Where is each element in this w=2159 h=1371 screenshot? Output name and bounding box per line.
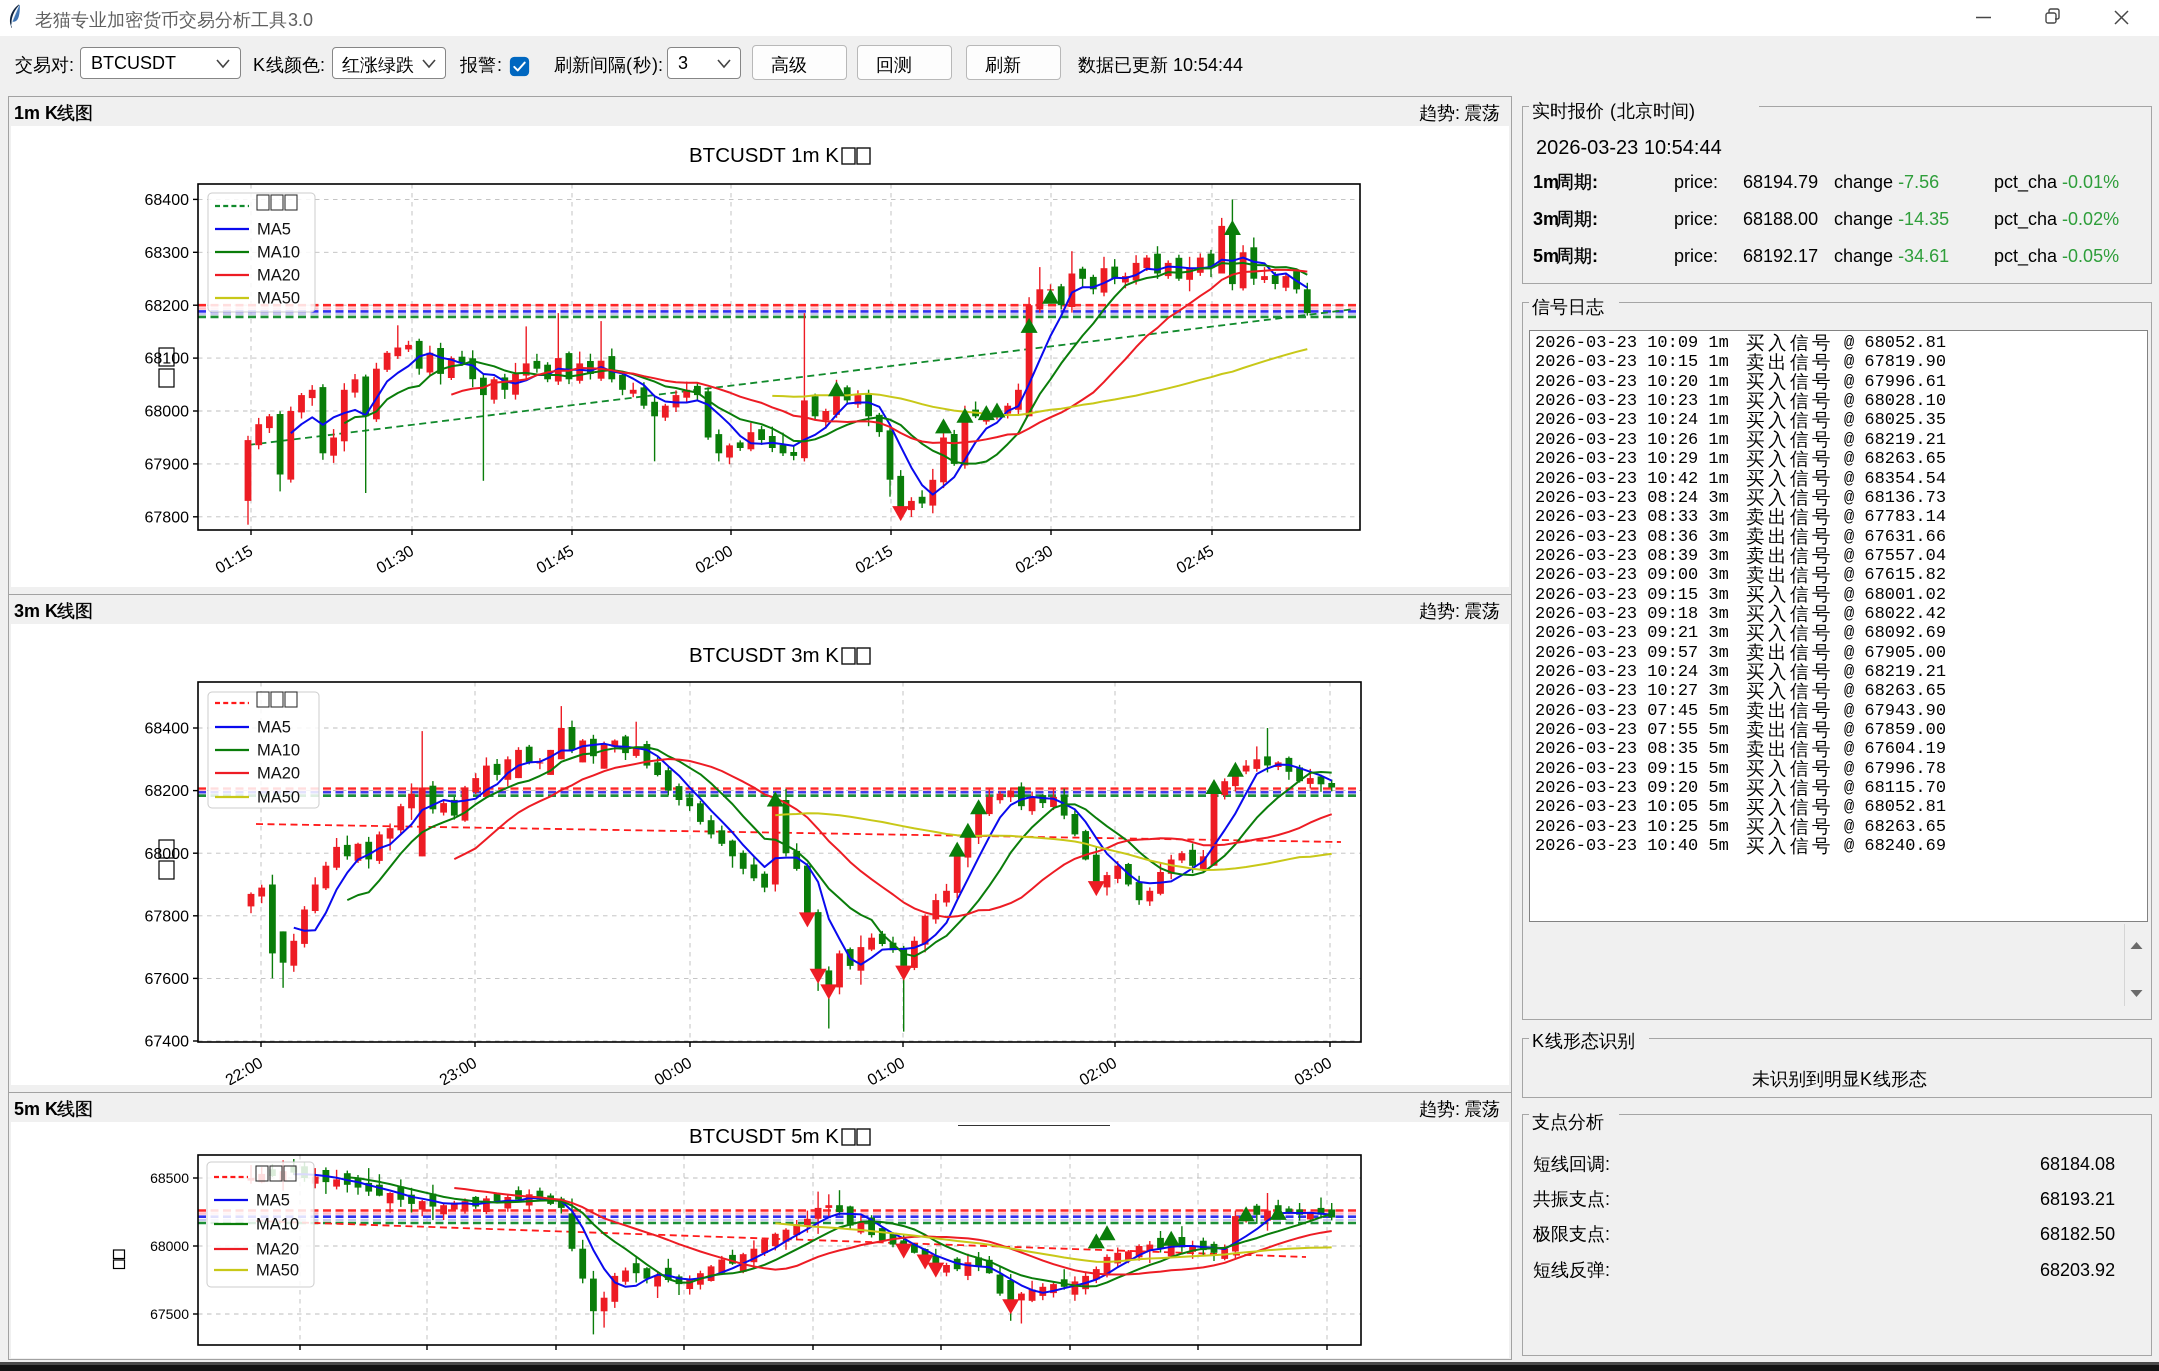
svg-text::: :: [1592, 246, 1598, 266]
svg-text::: :: [320, 55, 325, 75]
svg-text:K: K: [253, 55, 265, 75]
svg-text:(: (: [626, 55, 632, 75]
svg-text::: :: [1455, 1099, 1460, 1119]
svg-text::: :: [497, 55, 502, 75]
svg-text::: :: [1605, 1154, 1610, 1174]
svg-text::: :: [1592, 172, 1598, 192]
svg-text::: :: [1605, 1260, 1610, 1280]
svg-text:3.0: 3.0: [288, 10, 313, 30]
svg-text::: :: [1605, 1224, 1610, 1244]
svg-text::: :: [69, 55, 74, 75]
svg-text::: :: [1605, 1189, 1610, 1209]
svg-text:(: (: [1610, 101, 1616, 121]
svg-text:K: K: [1860, 1069, 1872, 1089]
svg-text::: :: [1455, 103, 1460, 123]
svg-text:):: ):: [652, 55, 663, 75]
svg-text:K: K: [1532, 1031, 1544, 1051]
svg-text:): ): [1689, 101, 1695, 121]
svg-text:10:54:44: 10:54:44: [1173, 55, 1243, 75]
svg-text::: :: [1455, 601, 1460, 621]
svg-text::: :: [1592, 209, 1598, 229]
